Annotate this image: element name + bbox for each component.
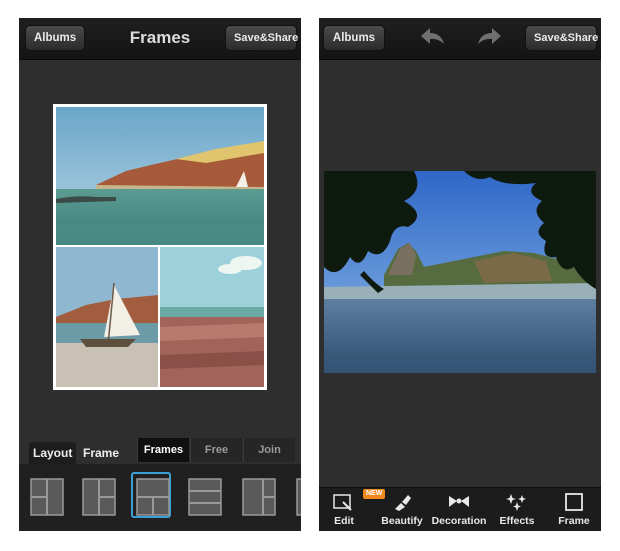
layout-option-three-rows[interactable] — [183, 472, 223, 518]
collage-photo-bottom-left[interactable] — [56, 247, 158, 387]
tool-frame-label: Frame — [558, 515, 590, 527]
bow-icon — [449, 496, 469, 507]
albums-button[interactable]: Albums — [323, 25, 385, 51]
save-share-button[interactable]: Save&Share — [225, 25, 298, 51]
collage-photo-top[interactable] — [56, 107, 264, 245]
segment-free[interactable]: Free — [190, 438, 242, 462]
frame-icon — [565, 493, 583, 511]
top-bar: Albums Save&Share — [319, 18, 601, 60]
undo-icon[interactable] — [417, 26, 447, 50]
tool-bar: NEW Edit Beautify Decoration Effects Fra… — [319, 487, 601, 531]
tab-row: Layout Frame Frames Free Join — [19, 438, 301, 464]
tool-decoration[interactable]: Decoration — [432, 488, 486, 531]
layout-option-top-wide[interactable] — [131, 472, 171, 518]
two-column-layout-icon — [30, 478, 64, 516]
layout-picker — [19, 464, 301, 531]
three-rows-layout-icon — [188, 478, 222, 516]
tool-effects[interactable]: Effects — [499, 488, 535, 531]
layout-option-two-column[interactable] — [25, 472, 65, 518]
tool-beautify[interactable]: Beautify — [381, 488, 423, 531]
tool-frame[interactable]: Frame — [557, 488, 591, 531]
two-column-alt-layout-icon — [82, 478, 116, 516]
photo-canvas[interactable] — [324, 171, 596, 373]
save-share-button[interactable]: Save&Share — [525, 25, 598, 51]
tab-frame[interactable]: Frame — [79, 442, 123, 464]
edit-icon — [333, 494, 352, 511]
segment-frames[interactable]: Frames — [137, 438, 189, 462]
new-badge: NEW — [363, 489, 386, 499]
partial-layout-icon — [296, 478, 301, 516]
collage-photo-bottom-right[interactable] — [160, 247, 264, 387]
tab-layout[interactable]: Layout — [29, 442, 77, 464]
redo-icon[interactable] — [475, 26, 505, 50]
narrow-right-layout-icon — [242, 478, 276, 516]
segment-join[interactable]: Join — [243, 438, 295, 462]
layout-option-two-column-alt[interactable] — [77, 472, 117, 518]
photo-image — [324, 171, 596, 373]
top-wide-layout-icon — [136, 478, 170, 516]
layout-option-narrow-right[interactable] — [237, 472, 277, 518]
collage-canvas[interactable] — [53, 104, 267, 390]
sparkle-icon — [506, 494, 526, 511]
lipstick-icon — [395, 495, 411, 511]
layout-option-partial[interactable] — [291, 472, 301, 518]
top-bar: Albums Frames Save&Share — [19, 18, 301, 60]
tool-edit[interactable]: NEW Edit — [327, 488, 386, 531]
frames-screen: Albums Frames Save&Share Layout Frame Fr… — [19, 18, 301, 531]
edit-screen: Albums Save&Share NEW Edit Beautify Deco… — [319, 18, 601, 531]
